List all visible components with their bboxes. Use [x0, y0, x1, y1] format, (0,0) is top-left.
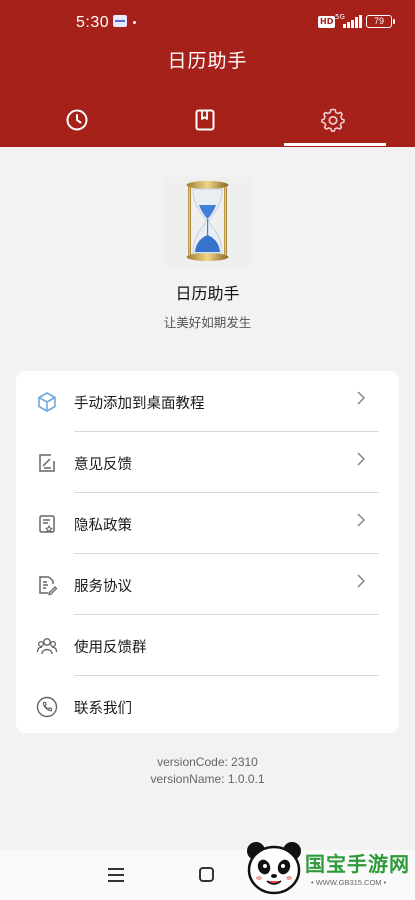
menu-item-privacy-policy[interactable]: 隐私政策	[16, 493, 399, 554]
menu-item-desktop-tutorial[interactable]: 手动添加到桌面教程	[16, 371, 399, 432]
group-icon	[36, 638, 58, 655]
app-slogan: 让美好如期发生	[163, 315, 252, 330]
menu-item-label: 意见反馈	[74, 457, 132, 473]
chevron-right-icon	[357, 391, 366, 405]
chevron-right-icon	[357, 452, 366, 466]
tab-clock[interactable]	[63, 106, 91, 134]
menu-item-contact-us[interactable]: 联系我们	[16, 676, 399, 737]
battery-icon: 79	[366, 15, 395, 28]
hourglass-icon	[186, 181, 229, 261]
tab-bookmark[interactable]	[191, 106, 219, 134]
hd-voice-icon: HD	[318, 16, 336, 28]
tab-settings[interactable]	[319, 106, 347, 134]
recent-apps-button[interactable]	[108, 868, 124, 882]
signal-icon	[343, 14, 362, 28]
notification-dot-icon	[133, 21, 136, 24]
bookmark-icon	[195, 109, 215, 131]
app-name: 日历助手	[175, 284, 240, 303]
settings-icon	[321, 108, 345, 132]
menu-item-label: 隐私政策	[74, 518, 132, 534]
status-time: 5:30	[76, 14, 110, 31]
menu-item-label: 手动添加到桌面教程	[74, 396, 205, 412]
app-logo	[163, 177, 252, 266]
menu-item-feedback-group[interactable]: 使用反馈群	[16, 615, 399, 676]
watermark-title: 国宝手游网	[305, 852, 410, 876]
panda-logo-icon	[247, 842, 301, 895]
feedback-icon	[39, 454, 55, 472]
menu-item-label: 使用反馈群	[74, 640, 147, 656]
phone-icon	[36, 696, 58, 718]
settings-menu: 手动添加到桌面教程 意见反馈 隐私政策 服务协议 使用反馈群 联系我们	[16, 371, 399, 733]
menu-item-feedback[interactable]: 意见反馈	[16, 432, 399, 493]
watermark-url: • WWW.GB315.COM •	[311, 878, 387, 887]
clock-icon	[66, 109, 88, 131]
version-code: versionCode: 2310	[157, 755, 258, 769]
menu-item-label: 联系我们	[74, 701, 132, 717]
watermark: 国宝手游网 • WWW.GB315.COM •	[233, 838, 415, 900]
menu-item-label: 服务协议	[74, 579, 132, 595]
chevron-right-icon	[357, 513, 366, 527]
version-name: versionName: 1.0.0.1	[150, 772, 265, 786]
status-bar: 5:30 HD 5G 79	[0, 0, 415, 42]
mail-notification-icon	[113, 15, 127, 27]
chevron-right-icon	[357, 574, 366, 588]
home-button[interactable]	[199, 867, 214, 882]
cube-icon	[38, 392, 56, 412]
active-tab-indicator	[284, 143, 386, 146]
app-header: 5:30 HD 5G 79 日历助手	[0, 0, 415, 147]
page-title: 日历助手	[167, 50, 248, 72]
privacy-icon	[39, 515, 55, 533]
menu-item-service-agreement[interactable]: 服务协议	[16, 554, 399, 615]
agreement-icon	[39, 576, 58, 596]
